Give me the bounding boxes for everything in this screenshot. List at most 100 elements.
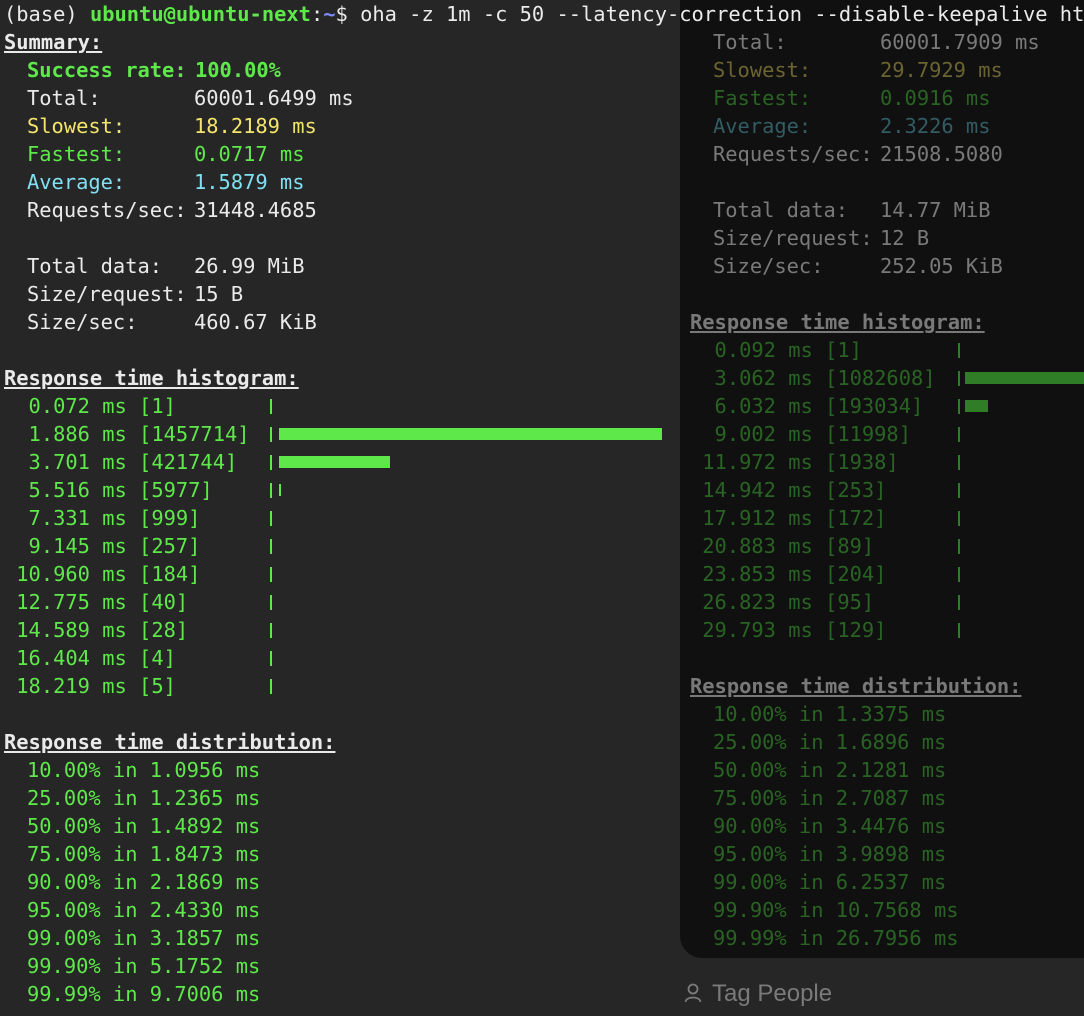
bg-histogram-axis-tick: [958, 511, 960, 526]
total-label: Total:: [27, 86, 101, 110]
bg-histogram-label: 3.062 ms [1082608]: [690, 366, 936, 390]
histogram-label: 18.219 ms [5]: [4, 674, 250, 698]
bg-histogram-heading: Response time histogram:: [690, 310, 985, 334]
bg-histogram-label: 9.002 ms [11998]: [690, 422, 936, 446]
bg-distribution-row: 95.00% in 3.9898 ms: [713, 842, 947, 866]
tag-people-button[interactable]: Tag People: [684, 980, 832, 1008]
distribution-row: 25.00% in 1.2365 ms: [27, 786, 261, 810]
size-request-value: 15 B: [194, 282, 244, 306]
histogram-label: 3.701 ms [421744]: [4, 450, 250, 474]
histogram-bar: [279, 428, 662, 440]
bg-histogram-bar: [965, 400, 988, 412]
tag-people-label: Tag People: [712, 980, 833, 1007]
person-icon: [684, 982, 702, 1003]
bg-distribution-row: 99.90% in 10.7568 ms: [713, 898, 959, 922]
histogram-bar: [279, 456, 390, 468]
average-value: 1.5879 ms: [194, 170, 305, 194]
bg-total-label: Total:: [713, 30, 787, 54]
total-value: 60001.6499 ms: [194, 86, 354, 110]
bg-histogram-label: 29.793 ms [129]: [690, 618, 936, 642]
size-request-label: Size/request:: [27, 282, 187, 306]
bg-histogram-axis-tick: [958, 399, 960, 414]
distribution-row: 10.00% in 1.0956 ms: [27, 758, 261, 782]
total-data-value: 26.99 MiB: [194, 254, 305, 278]
histogram-axis-tick: [270, 595, 272, 610]
histogram-heading: Response time histogram:: [4, 366, 299, 390]
bg-total-value: 60001.7909 ms: [880, 30, 1040, 54]
bg-average-label: Average:: [713, 114, 812, 138]
bg-histogram-axis-tick: [958, 623, 960, 638]
bg-size-sec-label: Size/sec:: [713, 254, 824, 278]
fastest-value: 0.0717 ms: [194, 142, 305, 166]
distribution-row: 99.99% in 9.7006 ms: [27, 982, 261, 1006]
bg-histogram-label: 6.032 ms [193034]: [690, 394, 936, 418]
bg-average-value: 2.3226 ms: [880, 114, 991, 138]
slowest-value: 18.2189 ms: [194, 114, 317, 138]
histogram-axis-tick: [270, 539, 272, 554]
bg-histogram-axis-tick: [958, 371, 960, 386]
total-data-label: Total data:: [27, 254, 163, 278]
bg-size-sec-value: 252.05 KiB: [880, 254, 1003, 278]
distribution-row: 99.00% in 3.1857 ms: [27, 926, 261, 950]
size-sec-label: Size/sec:: [27, 310, 138, 334]
bg-histogram-axis-tick: [958, 567, 960, 582]
bg-histogram-bar: [965, 372, 1084, 384]
histogram-label: 9.145 ms [257]: [4, 534, 250, 558]
bg-distribution-row: 25.00% in 1.6896 ms: [713, 730, 947, 754]
bg-histogram-label: 17.912 ms [172]: [690, 506, 936, 530]
bg-distribution-row: 90.00% in 3.4476 ms: [713, 814, 947, 838]
bg-histogram-axis-tick: [958, 427, 960, 442]
prompt-colon: :: [310, 2, 324, 26]
prompt-symbol: $: [335, 2, 348, 26]
bg-size-req-value: 12 B: [880, 226, 930, 250]
bg-distribution-row: 75.00% in 2.7087 ms: [713, 786, 947, 810]
distribution-row: 75.00% in 1.8473 ms: [27, 842, 261, 866]
histogram-axis-tick: [270, 511, 272, 526]
histogram-axis-tick: [270, 455, 272, 470]
prompt-line: (base) ubuntu@ubuntu-next:~$ oha -z 1m -…: [4, 0, 1084, 28]
histogram-axis-tick: [270, 651, 272, 666]
distribution-row: 95.00% in 2.4330 ms: [27, 898, 261, 922]
distribution-heading: Response time distribution:: [4, 730, 336, 754]
summary-heading: Summary:: [4, 30, 103, 54]
bg-histogram-label: 26.823 ms [95]: [690, 590, 936, 614]
distribution-row: 50.00% in 1.4892 ms: [27, 814, 261, 838]
histogram-label: 10.960 ms [184]: [4, 562, 250, 586]
distribution-row: 99.90% in 5.1752 ms: [27, 954, 261, 978]
bg-histogram-label: 11.972 ms [1938]: [690, 450, 936, 474]
bg-slowest-value: 29.7929 ms: [880, 58, 1003, 82]
histogram-label: 16.404 ms [4]: [4, 646, 250, 670]
bg-total-data-label: Total data:: [713, 198, 849, 222]
histogram-axis-tick: [270, 399, 272, 414]
histogram-label: 5.516 ms [5977]: [4, 478, 250, 502]
background-window: Total: 60001.7909 ms Slowest: 29.7929 ms…: [680, 0, 1084, 958]
bg-histogram-label: 20.883 ms [89]: [690, 534, 936, 558]
command-text[interactable]: oha -z 1m -c 50 --latency-correction --d…: [360, 2, 1084, 26]
histogram-axis-tick: [270, 427, 272, 442]
histogram-axis-tick: [270, 483, 272, 498]
conda-env: (base): [4, 2, 78, 26]
bg-fastest-value: 0.0916 ms: [880, 86, 991, 110]
histogram-bar: [279, 484, 281, 496]
bg-distribution-heading: Response time distribution:: [690, 674, 1022, 698]
bg-histogram-axis-tick: [958, 483, 960, 498]
bg-distribution-row: 10.00% in 1.3375 ms: [713, 702, 947, 726]
bg-distribution-row: 99.99% in 26.7956 ms: [713, 926, 959, 950]
rps-value: 31448.4685: [194, 198, 317, 222]
histogram-axis-tick: [270, 679, 272, 694]
bg-size-req-label: Size/request:: [713, 226, 873, 250]
success-rate-label: Success rate:: [27, 58, 187, 82]
histogram-axis-tick: [270, 567, 272, 582]
bg-histogram-axis-tick: [958, 455, 960, 470]
bg-distribution-row: 50.00% in 2.1281 ms: [713, 758, 947, 782]
bg-histogram-axis-tick: [958, 595, 960, 610]
distribution-row: 90.00% in 2.1869 ms: [27, 870, 261, 894]
histogram-axis-tick: [270, 623, 272, 638]
bg-histogram-axis-tick: [958, 343, 960, 358]
slowest-label: Slowest:: [27, 114, 126, 138]
histogram-label: 14.589 ms [28]: [4, 618, 250, 642]
bg-total-data-value: 14.77 MiB: [880, 198, 991, 222]
bg-rps-value: 21508.5080: [880, 142, 1003, 166]
bg-histogram-label: 14.942 ms [253]: [690, 478, 936, 502]
fastest-label: Fastest:: [27, 142, 126, 166]
